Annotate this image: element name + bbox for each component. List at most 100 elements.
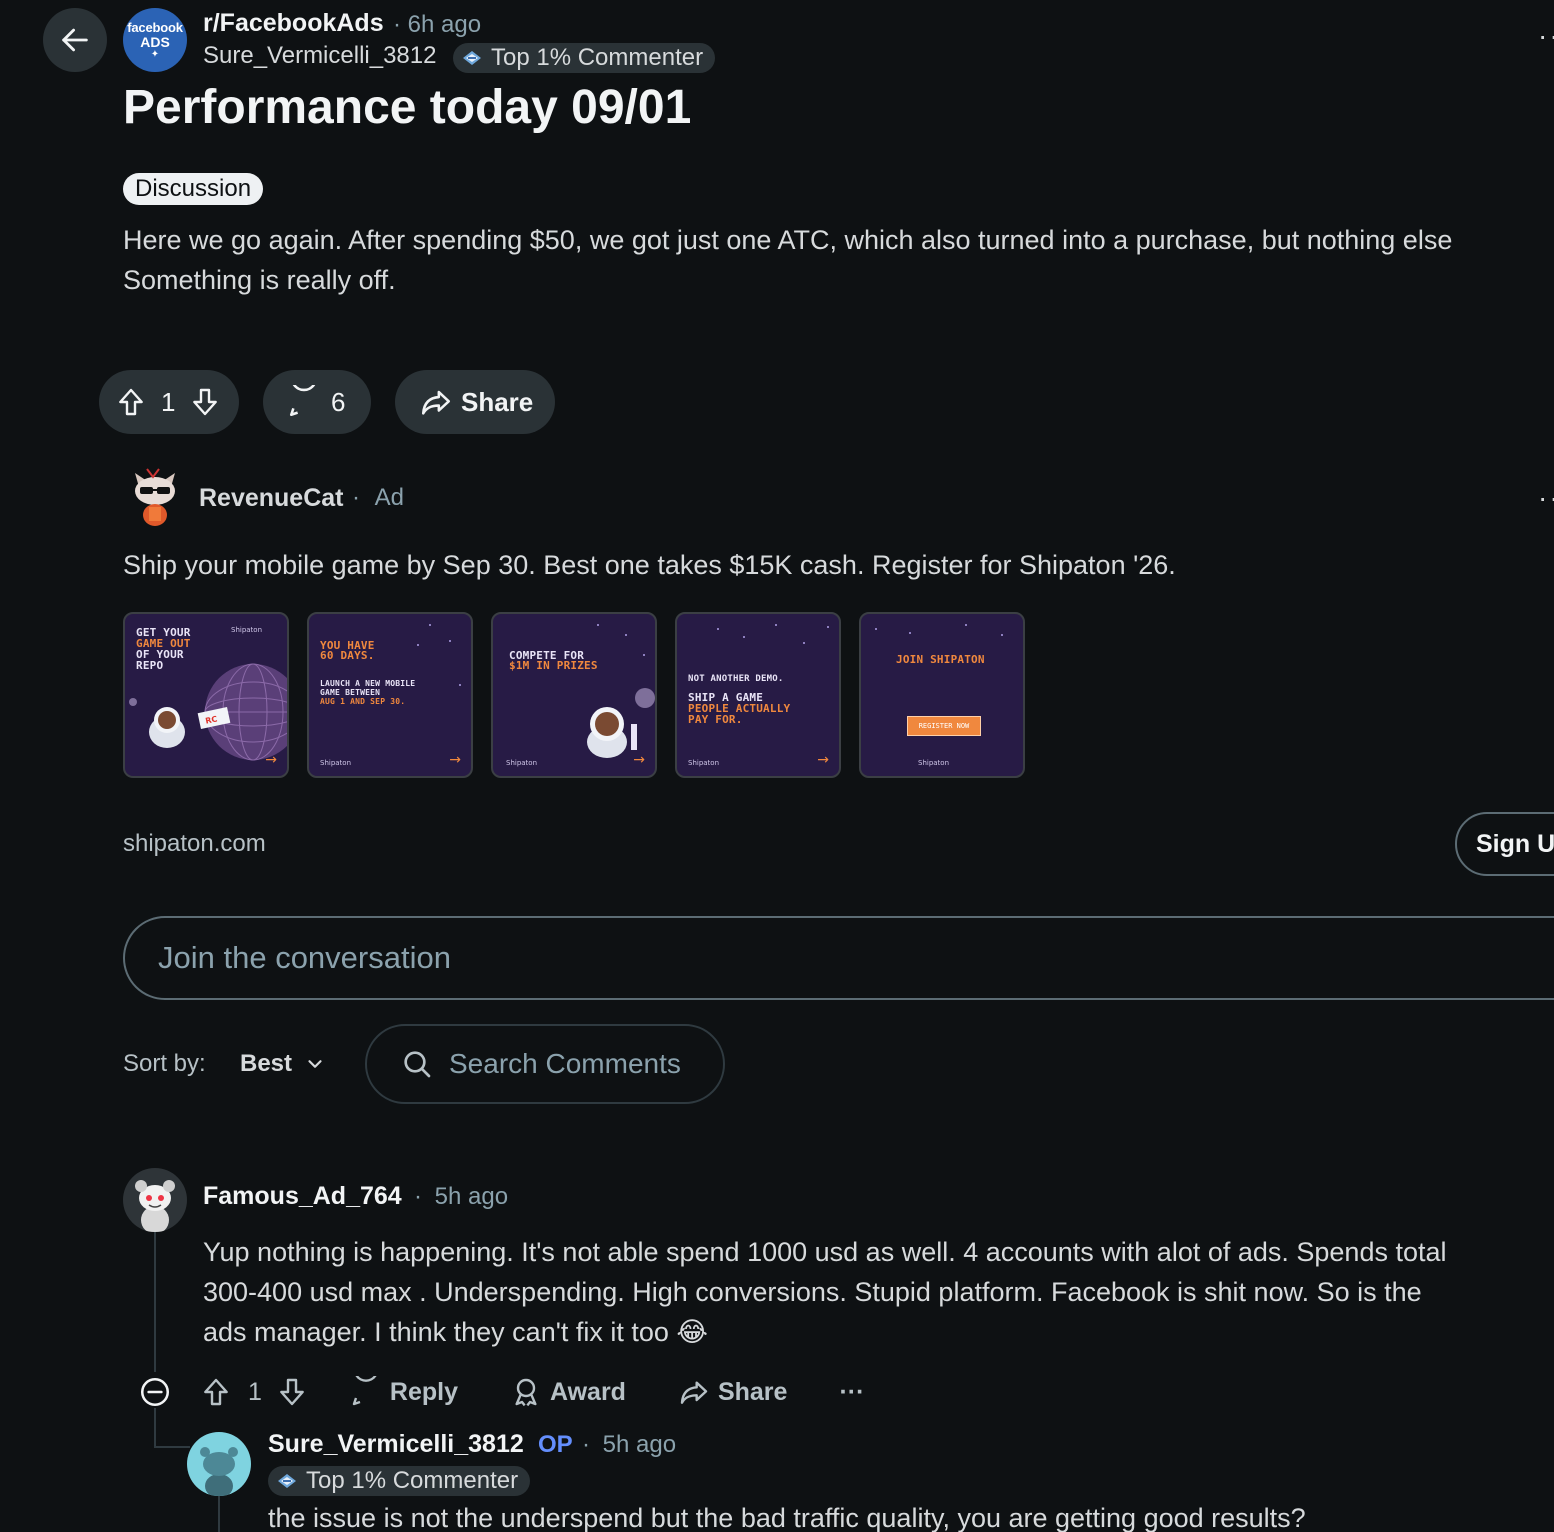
advertiser-name[interactable]: RevenueCat (199, 484, 344, 513)
comments-count: 6 (331, 386, 346, 417)
card-brand: Shipaton (320, 759, 352, 767)
subreddit-name[interactable]: r/FacebookAds (203, 9, 384, 38)
post-body-line: Here we go again. After spending $50, we… (123, 225, 1453, 255)
author-flair: Top 1% Commenter (268, 1466, 531, 1496)
ad-label: · Ad (352, 484, 405, 511)
thread-line[interactable] (218, 1496, 220, 1532)
post-overflow-menu-button[interactable]: ·· (1538, 20, 1554, 52)
card-brand: Shipaton (918, 759, 950, 767)
card-brand: Shipaton (506, 759, 538, 767)
subreddit-avatar-text-top: facebook (127, 19, 183, 35)
ad-domain[interactable]: shipaton.com (123, 830, 266, 858)
search-comments-placeholder: Search Comments (449, 1048, 681, 1079)
post-author[interactable]: Sure_Vermicelli_3812 (203, 42, 436, 70)
award-label: Award (550, 1377, 626, 1406)
comment-reply-button[interactable]: Reply (350, 1376, 458, 1408)
vote-count: 1 (161, 386, 176, 417)
collapse-thread-button[interactable] (138, 1375, 172, 1409)
subreddit-avatar-text-bottom: ADS (140, 33, 170, 50)
sort-dropdown[interactable]: Best (240, 1050, 326, 1078)
arrow-right-icon: → (449, 752, 461, 768)
author-flair-text: Top 1% Commenter (306, 1467, 519, 1494)
cat-mascot-icon (135, 468, 175, 526)
comment-author[interactable]: Sure_Vermicelli_3812 (268, 1430, 524, 1459)
card-brand: Shipaton (688, 759, 720, 767)
share-arrow-icon (421, 390, 451, 415)
sort-label: Sort by: (123, 1050, 206, 1077)
ad-carousel-card[interactable]: COMPETE FOR $1M IN PRIZES Shipaton → (491, 612, 657, 778)
card-text: LAUNCH A NEW MOBILE (320, 679, 416, 688)
join-conversation-input[interactable]: Join the conversation (123, 916, 1554, 1000)
comment-body: the issue is not the underspend but the … (268, 1503, 1306, 1532)
ad-carousel-card[interactable]: JOIN SHIPATON REGISTER NOW Shipaton (859, 612, 1025, 778)
comment-overflow-button[interactable]: ··· (839, 1378, 864, 1407)
sign-up-button[interactable]: Sign Up (1455, 812, 1554, 876)
card-text: JOIN SHIPATON (896, 653, 985, 666)
comment-body: Yup nothing is happening. It's not able … (203, 1232, 1554, 1352)
arrow-right-icon: → (817, 752, 829, 768)
downvote-button[interactable] (189, 386, 221, 418)
comment-line: ads manager. I think they can't fix it t… (203, 1317, 708, 1347)
ad-carousel-card[interactable]: NOT ANOTHER DEMO. SHIP A GAME PEOPLE ACT… (675, 612, 841, 778)
award-ribbon-icon (515, 1378, 537, 1407)
card-register-button[interactable]: REGISTER NOW (907, 716, 981, 736)
comment-downvote-button[interactable] (276, 1376, 308, 1408)
ad-text: Ship your mobile game by Sep 30. Best on… (123, 550, 1176, 580)
search-comments-input[interactable]: Search Comments (365, 1024, 725, 1104)
card-text: AUG 1 AND SEP 30. (320, 697, 406, 706)
share-label: Share (717, 1377, 788, 1406)
share-label: Share (461, 386, 534, 417)
snoo-avatar-icon (200, 1447, 238, 1496)
subreddit-avatar[interactable]: facebook ADS ✦ (123, 8, 187, 72)
sparkle-icon: ✦ (150, 48, 160, 60)
card-text: GAME BETWEEN (320, 688, 381, 697)
comment-bubble-icon (289, 385, 316, 417)
flair-icon (463, 51, 481, 65)
reddit-post-page: facebook ADS ✦ r/FacebookAds · 6h ago Su… (0, 0, 1554, 1532)
back-button[interactable] (43, 8, 107, 72)
snoo-avatar-icon (135, 1180, 175, 1232)
comment-time: · 5h ago (414, 1183, 509, 1210)
card-text: NOT ANOTHER DEMO. (688, 674, 784, 684)
commenter-avatar[interactable] (123, 1168, 187, 1232)
author-flair: Top 1% Commenter (453, 43, 716, 73)
downvote-arrow-icon (280, 1378, 304, 1406)
post-body: Here we go again. After spending $50, we… (123, 220, 1554, 300)
thread-connector (154, 1446, 190, 1448)
comment-line: 300-400 usd max . Underspending. High co… (203, 1277, 1422, 1307)
flair-icon (278, 1474, 296, 1488)
card-text: 60 DAYS. (320, 649, 375, 662)
comment-share-button[interactable]: Share (678, 1376, 787, 1408)
comment-bubble-icon (352, 1376, 377, 1406)
ad-label-text: Ad (374, 484, 405, 511)
comment-upvote-button[interactable] (200, 1376, 232, 1408)
comment-line: Yup nothing is happening. It's not able … (203, 1237, 1447, 1267)
comment-award-button[interactable]: Award (510, 1376, 626, 1408)
comment-author[interactable]: Famous_Ad_764 (203, 1182, 402, 1211)
reply-label: Reply (389, 1377, 458, 1406)
commenter-avatar[interactable] (187, 1432, 251, 1496)
upvote-arrow-icon (204, 1378, 228, 1406)
share-button[interactable]: Share (395, 370, 555, 434)
ad-carousel-card[interactable]: YOU HAVE 60 DAYS. LAUNCH A NEW MOBILE GA… (307, 612, 473, 778)
post-flair-tag[interactable]: Discussion (123, 173, 264, 205)
arrow-left-icon (62, 28, 88, 52)
search-icon (404, 1051, 431, 1078)
sort-value: Best (240, 1050, 293, 1077)
comment-time-text: 5h ago (602, 1431, 677, 1458)
share-arrow-icon (680, 1381, 708, 1404)
ad-overflow-menu-button[interactable]: ·· (1538, 482, 1554, 514)
upvote-button[interactable] (115, 386, 147, 418)
thread-line[interactable] (154, 1232, 156, 1372)
ad-carousel-card[interactable]: GET YOUR GAME OUT OF YOUR REPO Shipaton … (123, 612, 289, 778)
comment-time-text: 5h ago (434, 1183, 509, 1210)
vote-pill: 1 (99, 370, 239, 434)
post-time: · 6h ago (393, 11, 482, 38)
chevron-down-icon (308, 1060, 322, 1068)
author-flair-text: Top 1% Commenter (491, 44, 704, 71)
post-title: Performance today 09/01 (123, 81, 692, 134)
advertiser-avatar[interactable] (123, 465, 187, 529)
op-badge: OP (538, 1431, 573, 1458)
comment-actions: 1 Reply Award Share ··· (138, 1368, 864, 1416)
comments-button[interactable]: 6 (263, 370, 371, 434)
